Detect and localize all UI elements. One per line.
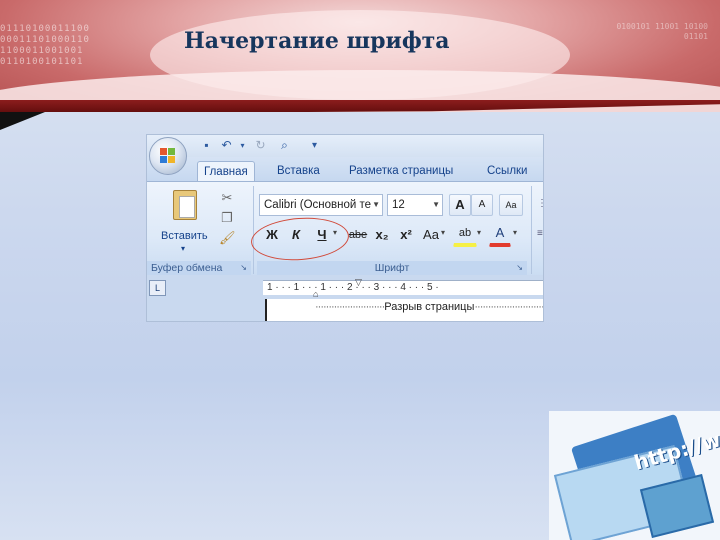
font-color-button[interactable]: A (489, 222, 511, 247)
ruler-row: L 1 · · · 1 · · · 1 · · · 2 · · · 3 · · … (147, 275, 543, 299)
format-painter-icon[interactable]: 🖌 (219, 230, 236, 246)
clipboard-group-label-text: Буфер обмена (151, 262, 223, 274)
change-case-dropdown-icon[interactable]: ▾ (441, 228, 445, 237)
font-launcher-icon[interactable]: ↘ (516, 261, 523, 275)
undo-dropdown-icon[interactable]: ▾ (235, 138, 250, 153)
align-icon[interactable]: ≡ (537, 228, 543, 239)
annotation-oval (249, 214, 351, 264)
tab-selector-button[interactable]: L (149, 280, 166, 296)
subscript-button[interactable]: x₂ (371, 224, 393, 246)
font-group-label-text: Шрифт (374, 262, 410, 274)
shrink-font-button[interactable]: A (471, 194, 493, 216)
font-size-value: 12 (392, 199, 405, 211)
font-name-dropdown-icon[interactable]: ▼ (372, 195, 380, 215)
group-separator (531, 186, 532, 274)
tab-home[interactable]: Главная (197, 161, 255, 182)
grow-font-button[interactable]: A (449, 194, 471, 216)
slide-title: Начертание шрифта (184, 28, 450, 54)
page-break-text: Разрыв страницы (384, 301, 475, 313)
paragraph-list-icon[interactable]: ⋮ (537, 198, 543, 209)
office-logo-icon (160, 148, 176, 164)
font-color-dropdown-icon[interactable]: ▾ (513, 228, 517, 237)
ribbon-tabs: Главная Вставка Разметка страницы Ссылки (147, 157, 543, 182)
paste-paper-icon (179, 196, 195, 218)
group-separator (253, 186, 254, 274)
slide-header-banner: 01110100011100 00011101000110 1100011001… (0, 0, 720, 112)
copy-icon[interactable]: ❐ (219, 210, 235, 226)
clipboard-group-label: Буфер обмена ↘ (147, 261, 251, 275)
font-group-label: Шрифт ↘ (257, 261, 527, 275)
save-icon[interactable]: ▪ (199, 138, 214, 153)
office-button[interactable] (149, 137, 187, 175)
highlight-dropdown-icon[interactable]: ▾ (477, 228, 481, 237)
redo-icon[interactable]: ↻ (253, 138, 268, 153)
internet-illustration: http://w (549, 411, 720, 540)
undo-icon[interactable]: ↶ (219, 138, 234, 153)
paste-button[interactable]: Вставить ▾ (159, 190, 208, 260)
clipboard-launcher-icon[interactable]: ↘ (240, 261, 247, 275)
left-indent-marker-icon[interactable]: ⌂ (313, 289, 318, 299)
font-size-dropdown-icon[interactable]: ▼ (432, 195, 440, 215)
customize-qat-icon[interactable]: ▾ (307, 138, 322, 153)
highlight-button[interactable]: ab (453, 222, 477, 247)
page-break-dots-left: ·························· (315, 301, 385, 313)
quick-access-toolbar: ▪ ↶ ▾ ↻ ⌕ ▾ (147, 135, 543, 157)
font-name-combo[interactable]: Calibri (Основной те ▼ (259, 194, 383, 216)
page-break-marker: ··························Разрыв страниц… (315, 301, 544, 313)
paste-dropdown-icon[interactable]: ▾ (181, 244, 185, 253)
ruler-marks: 1 · · · 1 · · · 1 · · · 2 · · · 3 · · · … (267, 282, 439, 293)
binary-pattern-right: 0100101 11001 10100 01101 (616, 22, 708, 41)
tab-references[interactable]: Ссылки (481, 161, 534, 181)
word-ribbon-screenshot: ▪ ↶ ▾ ↻ ⌕ ▾ Главная Вставка Разметка стр… (146, 134, 544, 322)
change-case-button[interactable]: Aa (419, 224, 443, 246)
clear-formatting-button[interactable]: Aa (499, 194, 523, 216)
ribbon-home-panel: Вставить ▾ ✂ ❐ 🖌 Буфер обмена ↘ Calibri … (147, 181, 543, 276)
tab-insert[interactable]: Вставка (271, 161, 326, 181)
font-name-value: Calibri (Основной те (264, 199, 372, 211)
print-preview-icon[interactable]: ⌕ (277, 138, 292, 153)
horizontal-ruler[interactable]: 1 · · · 1 · · · 1 · · · 2 · · · 3 · · · … (263, 280, 543, 295)
document-page[interactable]: ··························Разрыв страниц… (265, 299, 544, 321)
cut-icon[interactable]: ✂ (219, 190, 235, 206)
paste-label: Вставить (161, 230, 208, 242)
page-break-dots-right: ·························· (474, 301, 544, 313)
corner-wedge (0, 112, 45, 130)
first-line-indent-marker-icon[interactable]: ▽ (355, 277, 362, 288)
font-size-combo[interactable]: 12 ▼ (387, 194, 443, 216)
document-area: ··························Разрыв страниц… (147, 299, 543, 321)
tab-page-layout[interactable]: Разметка страницы (343, 161, 459, 181)
superscript-button[interactable]: x² (395, 224, 417, 246)
